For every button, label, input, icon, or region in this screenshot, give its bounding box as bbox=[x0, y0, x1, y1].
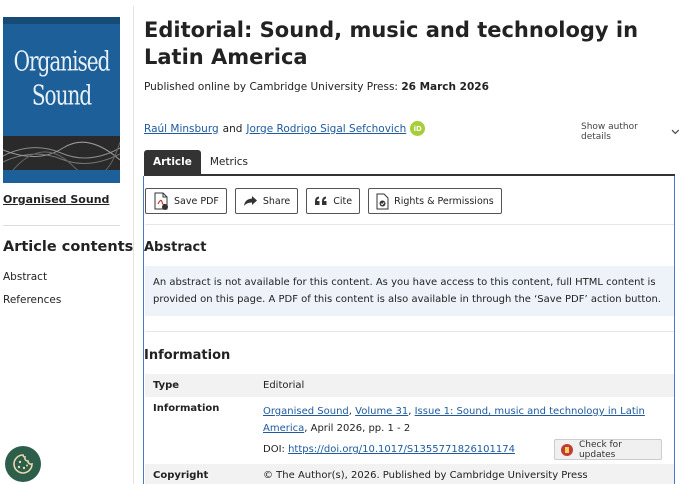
chevron-down-icon bbox=[671, 129, 680, 135]
information-heading: Information bbox=[144, 348, 231, 363]
cite-button[interactable]: Cite bbox=[306, 188, 361, 214]
author-link-1[interactable]: Raúl Minsburg bbox=[144, 123, 219, 135]
cite-label: Cite bbox=[333, 195, 353, 207]
abstract-heading: Abstract bbox=[144, 240, 207, 255]
show-author-details-label: Show author details bbox=[581, 122, 638, 142]
abstract-text: An abstract is not available for this co… bbox=[145, 266, 674, 316]
article-contents-heading: Article contents bbox=[3, 239, 134, 255]
sidebar-item-references[interactable]: References bbox=[3, 294, 61, 306]
copyright-key: Copyright bbox=[145, 464, 255, 484]
volume-link[interactable]: Volume 31 bbox=[355, 406, 408, 417]
pdf-icon bbox=[154, 192, 168, 210]
type-key: Type bbox=[145, 374, 255, 397]
doi-prefix: DOI: bbox=[263, 444, 285, 455]
author-joiner: and bbox=[222, 122, 243, 135]
author-list: Raúl Minsburg and Jorge Rodrigo Sigal Se… bbox=[144, 121, 426, 136]
doi-link[interactable]: https://doi.org/10.1017/S135577182610117… bbox=[288, 444, 515, 455]
article-tabs: Article Metrics bbox=[144, 150, 257, 174]
cover-artwork bbox=[3, 136, 120, 178]
share-button[interactable]: Share bbox=[234, 188, 299, 214]
article-title: Editorial: Sound, music and technology i… bbox=[144, 18, 639, 69]
journal-cover-image[interactable]: Organised Sound bbox=[3, 17, 120, 183]
cookie-icon bbox=[13, 454, 33, 474]
section-divider bbox=[145, 224, 674, 225]
share-label: Share bbox=[262, 195, 291, 207]
tab-article[interactable]: Article bbox=[144, 150, 201, 174]
journal-link[interactable]: Organised Sound bbox=[3, 193, 109, 206]
article-toolbar: Save PDF Share Cite Rights & Permissions bbox=[145, 188, 502, 214]
section-divider bbox=[145, 331, 674, 332]
check-for-updates-button[interactable]: Check for updates bbox=[554, 439, 662, 460]
published-prefix: Published online by Cambridge University… bbox=[144, 81, 398, 93]
rights-document-icon bbox=[376, 193, 389, 209]
save-pdf-label: Save PDF bbox=[174, 195, 219, 207]
show-author-details-toggle[interactable]: Show author details bbox=[581, 122, 680, 142]
cover-footer bbox=[3, 170, 120, 183]
sidebar-item-abstract[interactable]: Abstract bbox=[3, 271, 47, 283]
sidebar-divider bbox=[3, 225, 120, 226]
copyright-value: © The Author(s), 2026. Published by Camb… bbox=[255, 464, 674, 484]
information-key: Information bbox=[153, 403, 220, 414]
type-value: Editorial bbox=[255, 374, 674, 397]
cover-topbar bbox=[3, 17, 120, 24]
column-divider bbox=[133, 6, 134, 484]
author-link-2[interactable]: Jorge Rodrigo Sigal Sefchovich bbox=[246, 123, 406, 135]
cover-title-line2: Sound bbox=[31, 79, 92, 112]
published-line: Published online by Cambridge University… bbox=[144, 81, 489, 93]
cookie-settings-button[interactable] bbox=[5, 446, 41, 482]
rights-permissions-label: Rights & Permissions bbox=[394, 195, 494, 207]
published-date: 26 March 2026 bbox=[401, 81, 489, 93]
table-row: Type Editorial bbox=[145, 374, 674, 397]
share-icon bbox=[243, 196, 257, 206]
cover-title-line1: Organised bbox=[13, 45, 111, 78]
crossmark-icon bbox=[561, 443, 573, 456]
information-table: Type Editorial Information Organised Sou… bbox=[145, 374, 674, 484]
tab-metrics[interactable]: Metrics bbox=[201, 150, 257, 174]
check-for-updates-label: Check for updates bbox=[578, 439, 622, 460]
table-row: Copyright © The Author(s), 2026. Publish… bbox=[145, 464, 674, 484]
journal-issue-link[interactable]: Organised Sound bbox=[263, 406, 349, 417]
pages-text: , April 2026, pp. 1 - 2 bbox=[304, 423, 411, 434]
rights-permissions-button[interactable]: Rights & Permissions bbox=[368, 188, 502, 214]
orcid-icon[interactable]: iD bbox=[410, 121, 426, 136]
save-pdf-button[interactable]: Save PDF bbox=[145, 188, 227, 214]
quote-icon bbox=[315, 196, 327, 205]
